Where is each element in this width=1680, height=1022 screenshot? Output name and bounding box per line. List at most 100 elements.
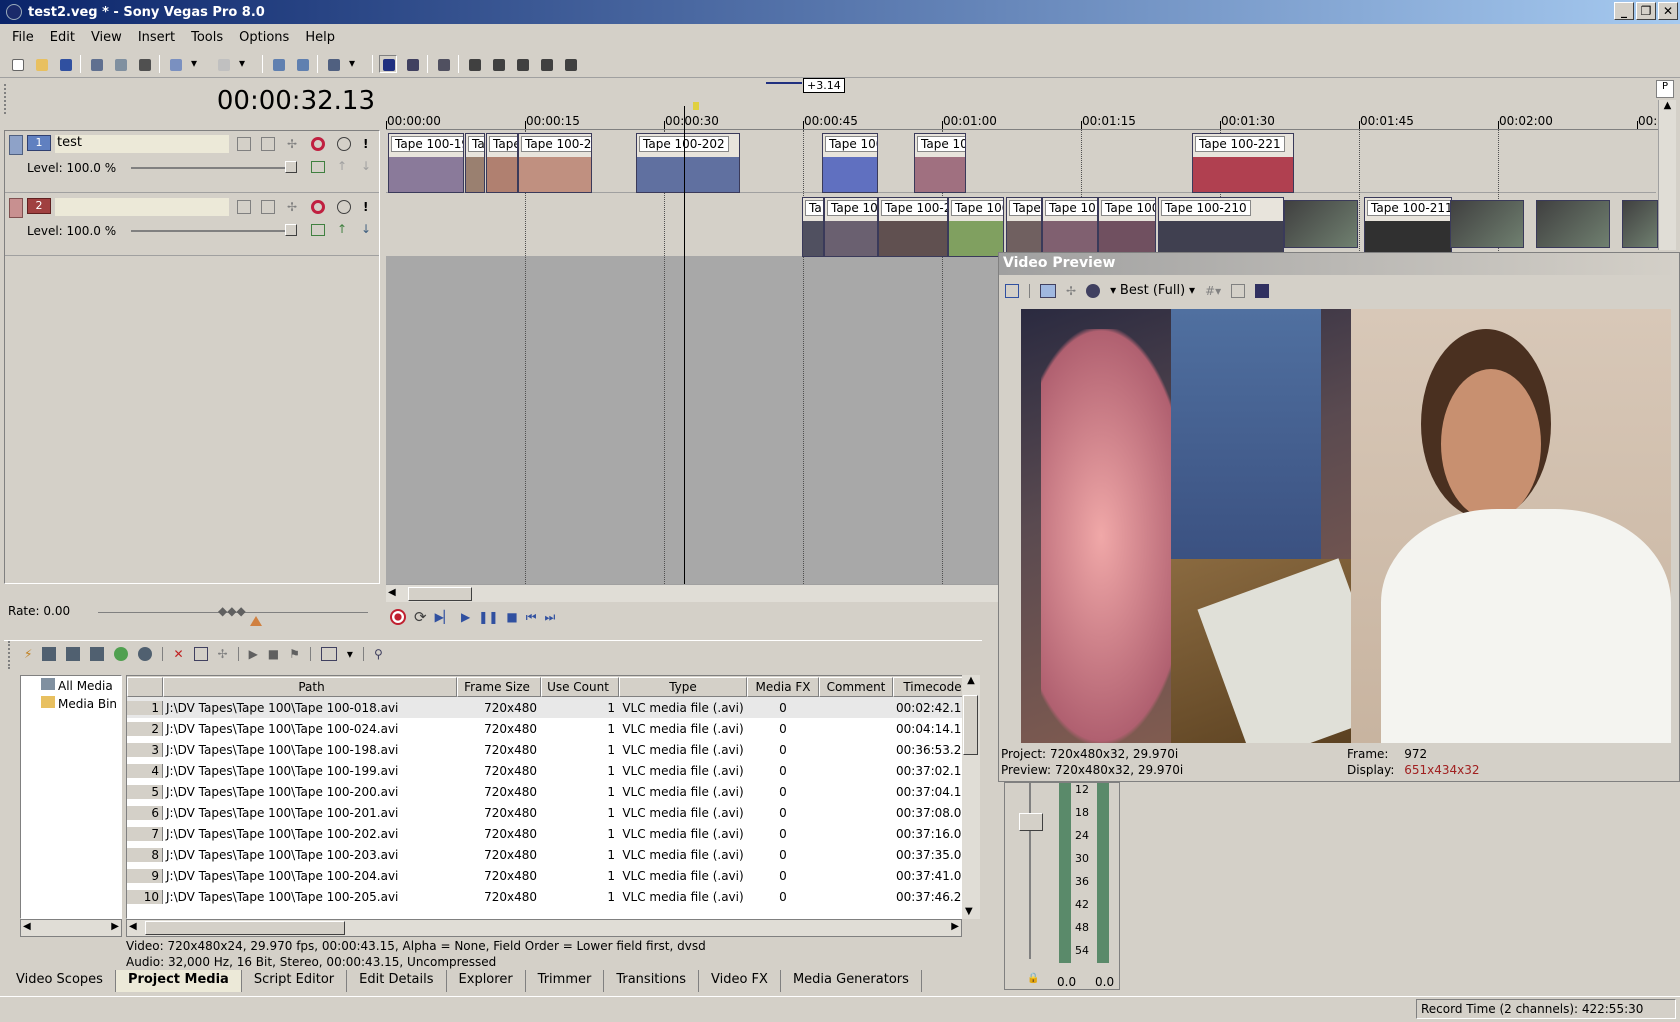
level-slider-track[interactable] (131, 230, 291, 232)
master-fader-track[interactable] (1029, 783, 1031, 959)
column-header[interactable]: Frame Size (457, 676, 541, 697)
track-collapse-button[interactable] (9, 135, 23, 155)
column-header[interactable]: Timecode (893, 676, 969, 697)
timeline-clip[interactable]: Ta (465, 133, 485, 193)
timeline-clip[interactable]: Tape (486, 133, 518, 193)
level-slider-thumb[interactable] (285, 224, 297, 236)
track-motion-icon[interactable]: ✢ (287, 137, 301, 151)
timeline-clip[interactable]: Tape (1006, 197, 1042, 257)
table-row[interactable]: 6 J:\DV Tapes\Tape 100\Tape 100-201.avi 72… (127, 802, 977, 823)
get-media-web-icon[interactable] (114, 647, 129, 661)
copy-snapshot-icon[interactable] (1231, 283, 1246, 298)
tab-video-fx[interactable]: Video FX (699, 970, 781, 992)
scroll-up-icon[interactable]: ▲ (1659, 100, 1676, 111)
lock-envelopes-icon[interactable] (465, 55, 483, 73)
open-folder-icon[interactable] (32, 55, 50, 73)
tree-horizontal-scrollbar[interactable]: ◀ ▶ (20, 919, 122, 937)
table-row[interactable]: 7 J:\DV Tapes\Tape 100\Tape 100-202.avi 72… (127, 823, 977, 844)
rate-slider-thumb[interactable]: ◆◆◆ (218, 604, 246, 618)
timeline-clip[interactable]: Tape 100-210 (1158, 197, 1284, 257)
redo-dropdown-icon[interactable]: ▾ (238, 55, 256, 73)
import-media-icon[interactable]: ⚡ (24, 647, 32, 661)
table-horizontal-scrollbar[interactable]: ◀ ▶ (126, 919, 962, 937)
timeline-clip[interactable]: Tape 100-211 (1364, 197, 1452, 257)
redo-icon[interactable] (214, 55, 232, 73)
external-monitor-icon[interactable] (1040, 283, 1056, 298)
capture-video-icon[interactable] (42, 647, 57, 661)
scroll-thumb[interactable] (408, 587, 472, 601)
timeline-clip[interactable]: Tape 100-221 (1192, 133, 1294, 193)
track-fx-icon[interactable] (311, 200, 325, 214)
tree-item-all-media[interactable]: All Media (41, 678, 113, 693)
timeline-horizontal-scrollbar[interactable]: ◀ (386, 584, 998, 602)
go-to-end-icon[interactable]: ⏭ (545, 610, 556, 625)
grid-icon[interactable]: #▾ (1205, 284, 1221, 298)
properties-icon[interactable] (111, 55, 129, 73)
snapping-icon[interactable] (434, 55, 452, 73)
tab-video-scopes[interactable]: Video Scopes (4, 970, 116, 992)
text-icon[interactable] (135, 55, 153, 73)
auto-ripple-icon[interactable] (324, 55, 342, 73)
parent-motion-icon[interactable] (261, 137, 275, 151)
track-name-field[interactable]: test (55, 135, 229, 153)
lock-icon[interactable]: 🔒 (1027, 973, 1039, 984)
media-stop-icon[interactable]: ■ (268, 647, 279, 661)
record-button[interactable] (390, 609, 406, 625)
envelope-icon[interactable] (311, 161, 325, 173)
timeline-clip[interactable]: Tape 100 (948, 197, 1004, 257)
media-search-icon[interactable] (138, 647, 153, 661)
composite-mode-icon[interactable] (237, 200, 251, 214)
level-slider-track[interactable] (131, 167, 291, 169)
remove-media-icon[interactable]: ✕ (173, 647, 183, 661)
table-vertical-scrollbar[interactable]: ▲ ▼ (962, 675, 980, 919)
timeline-empty-area[interactable] (386, 256, 998, 584)
timeline-clip[interactable]: Tape 100-2 (878, 197, 948, 257)
menu-help[interactable]: Help (297, 30, 343, 45)
play-icon[interactable]: ▶ (461, 610, 470, 624)
go-to-start-icon[interactable]: ⏮ (526, 610, 537, 625)
ignore-grouping-icon[interactable] (489, 55, 507, 73)
region-icon[interactable] (537, 55, 555, 73)
menu-edit[interactable]: Edit (42, 30, 83, 45)
search-icon[interactable]: ⚲ (374, 647, 383, 661)
table-row[interactable]: 2 J:\DV Tapes\Tape 100\Tape 100-024.avi 72… (127, 718, 977, 739)
column-header[interactable]: Comment (819, 676, 893, 697)
track-header-2[interactable]: 2 ✢ ! Level: 100.0 % ↑ ↓ (5, 194, 379, 256)
tab-media-generators[interactable]: Media Generators (781, 970, 922, 992)
loop-icon[interactable]: ⟳ (414, 608, 427, 626)
tab-project-media[interactable]: Project Media (115, 970, 242, 992)
undo-dropdown-icon[interactable]: ▾ (190, 55, 208, 73)
playhead-marker[interactable] (693, 102, 699, 110)
scroll-left-icon[interactable]: ◀ (388, 587, 396, 598)
clip-thumbnail[interactable] (1622, 200, 1658, 248)
track-motion-icon[interactable]: ✢ (287, 200, 301, 214)
scroll-thumb[interactable] (963, 695, 978, 755)
panel-grip[interactable] (8, 641, 16, 669)
timeline-clip[interactable]: Tape 100-2 (518, 133, 592, 193)
timeline-clip[interactable]: Tape 10 (1042, 197, 1098, 257)
column-header[interactable] (127, 676, 163, 697)
timeline-clip[interactable]: Tape 100 (1098, 197, 1156, 257)
table-row[interactable]: 10 J:\DV Tapes\Tape 100\Tape 100-205.avi 7… (127, 886, 977, 907)
tab-script-editor[interactable]: Script Editor (242, 970, 348, 992)
marker-bar-button[interactable]: P (1656, 80, 1674, 98)
table-row[interactable]: 8 J:\DV Tapes\Tape 100\Tape 100-203.avi 72… (127, 844, 977, 865)
marker-icon[interactable] (561, 55, 579, 73)
mute-icon[interactable] (337, 137, 351, 151)
table-row[interactable]: 3 J:\DV Tapes\Tape 100\Tape 100-198.avi 72… (127, 739, 977, 760)
column-header[interactable]: Use Count (541, 676, 619, 697)
up-arrow-icon[interactable]: ↑ (337, 159, 347, 173)
media-play-icon[interactable]: ▶ (249, 647, 258, 661)
timeline-clip[interactable]: Tape 100-202 (636, 133, 740, 193)
timeline-clip[interactable]: Ta (802, 197, 824, 257)
extract-audio-icon[interactable] (90, 647, 105, 661)
scroll-left-icon[interactable]: ◀ (23, 921, 31, 932)
menu-tools[interactable]: Tools (183, 30, 231, 45)
preview-properties-icon[interactable] (1005, 283, 1019, 298)
track-collapse-button[interactable] (9, 198, 23, 218)
get-photo-icon[interactable] (66, 647, 81, 661)
clip-thumbnail[interactable] (1450, 200, 1524, 248)
tab-edit-details[interactable]: Edit Details (347, 970, 447, 992)
timeline-ruler[interactable]: 00:00:00 00:00:15 00:00:30 00:00:45 00:01:00… (386, 106, 1665, 130)
down-arrow-icon[interactable]: ↓ (361, 222, 371, 236)
